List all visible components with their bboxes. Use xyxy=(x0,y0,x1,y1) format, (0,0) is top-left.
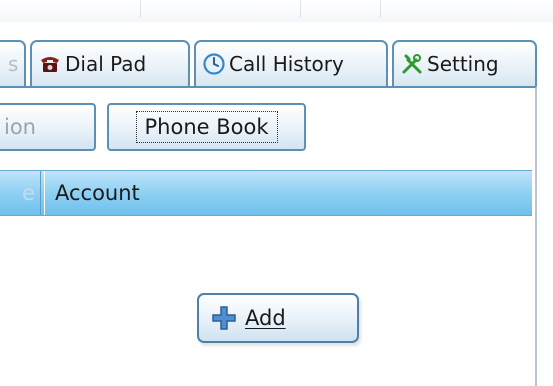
tab-setting[interactable]: Setting xyxy=(392,40,537,86)
phone-book-label: Phone Book xyxy=(135,111,278,143)
tools-icon xyxy=(400,52,424,76)
tab-partial-label: s xyxy=(8,52,19,76)
tab-call-history-label: Call History xyxy=(229,52,344,76)
table-header: e Account xyxy=(0,170,532,216)
tab-setting-label: Setting xyxy=(427,52,499,76)
tab-partial[interactable]: s xyxy=(0,40,26,86)
top-strip xyxy=(0,0,553,22)
telephone-icon xyxy=(38,52,62,76)
plus-icon xyxy=(211,305,237,331)
phone-book-button[interactable]: Phone Book xyxy=(107,103,306,151)
subtab-partial-label: ion xyxy=(4,115,36,139)
column-header-partial-label: e xyxy=(22,181,35,205)
add-button[interactable]: Add xyxy=(197,293,359,343)
column-header-partial[interactable]: e xyxy=(0,171,41,215)
tab-dial-pad-label: Dial Pad xyxy=(65,52,147,76)
tab-call-history[interactable]: Call History xyxy=(194,40,388,86)
subtab-partial-button[interactable]: ion xyxy=(0,103,96,151)
divider xyxy=(140,0,141,18)
divider xyxy=(380,0,381,18)
column-header-account-label: Account xyxy=(55,181,140,205)
clock-icon xyxy=(202,52,226,76)
add-button-label: Add xyxy=(245,306,286,330)
divider xyxy=(300,0,301,18)
column-header-account[interactable]: Account xyxy=(44,171,140,215)
tab-dial-pad[interactable]: Dial Pad xyxy=(30,40,190,86)
